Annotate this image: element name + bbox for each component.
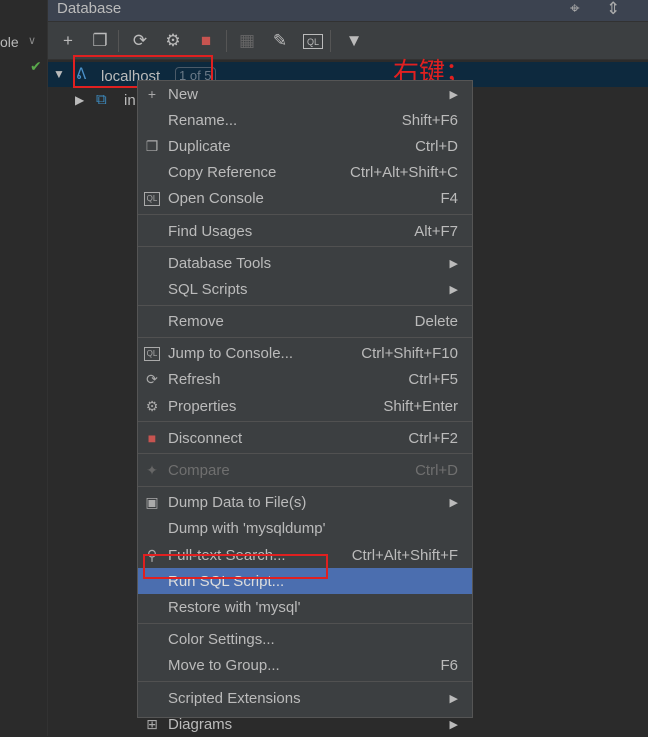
- console-selector[interactable]: ole: [0, 34, 19, 50]
- menu-item-label: Diagrams: [168, 715, 233, 733]
- menu-item-label: Database Tools: [168, 254, 272, 272]
- menu-item-label: Duplicate: [168, 137, 231, 155]
- submenu-arrow-icon: ▶: [449, 497, 458, 510]
- menu-item-diagrams[interactable]: ⊞ Diagrams ▶: [138, 711, 472, 737]
- child-label: in: [124, 92, 136, 109]
- submenu-arrow-icon: ▶: [449, 257, 458, 270]
- save-icon: ▣: [145, 494, 159, 511]
- submenu-arrow-icon: ▶: [449, 283, 458, 296]
- diagram-icon: ⊞: [146, 715, 158, 732]
- shortcut-label: Delete: [414, 313, 458, 331]
- compare-icon: ✦: [146, 462, 158, 479]
- menu-item-label: Copy Reference: [168, 164, 277, 182]
- menu-item-label: Jump to Console...: [168, 345, 294, 363]
- menu-item-database-tools[interactable]: Database Tools ▶: [138, 250, 472, 276]
- shortcut-label: Ctrl+Alt+Shift+F: [351, 546, 458, 564]
- console-icon: QL: [144, 191, 160, 206]
- menu-item-new[interactable]: + New ▶: [138, 81, 472, 107]
- shortcut-label: Ctrl+F2: [408, 429, 458, 447]
- collapse-icon[interactable]: ⇕: [606, 0, 620, 19]
- shortcut-label: Ctrl+Shift+F10: [361, 345, 458, 363]
- menu-item-label: Refresh: [168, 371, 221, 389]
- menu-item-label: Rename...: [168, 111, 238, 129]
- shortcut-label: Shift+Enter: [383, 397, 458, 415]
- menu-item-label: Color Settings...: [168, 631, 275, 649]
- menu-item-label: New: [168, 85, 199, 103]
- stop-icon[interactable]: ■: [196, 31, 216, 51]
- menu-item-duplicate[interactable]: ❐ Duplicate Ctrl+D: [138, 133, 472, 159]
- shortcut-label: Ctrl+D: [415, 137, 458, 155]
- collapse-triangle-icon[interactable]: ▶: [75, 93, 84, 107]
- expand-triangle-icon[interactable]: ▼: [53, 67, 65, 81]
- menu-item-label: Scripted Extensions: [168, 689, 301, 707]
- refresh-icon[interactable]: ⟳: [130, 31, 150, 51]
- properties-icon: ⚙: [145, 397, 159, 414]
- add-icon[interactable]: +: [58, 31, 78, 51]
- edit-icon[interactable]: ✎: [270, 31, 290, 51]
- menu-item-label: SQL Scripts: [168, 280, 248, 298]
- submenu-arrow-icon: ▶: [449, 692, 458, 705]
- toolbar-divider: [330, 30, 331, 52]
- console-icon: QL: [144, 346, 160, 361]
- left-panel: ole ∨ ✔: [0, 0, 48, 736]
- menu-item-label: Compare: [168, 462, 230, 480]
- menu-item-find-usages[interactable]: Find Usages Alt+F7: [138, 218, 472, 244]
- menu-item-refresh[interactable]: ⟳ Refresh Ctrl+F5: [138, 367, 472, 393]
- menu-item-dump-data-to-file-s[interactable]: ▣ Dump Data to File(s) ▶: [138, 490, 472, 516]
- console-icon[interactable]: QL: [303, 34, 323, 49]
- context-menu: + New ▶ Rename... Shift+F6 ❐ Duplicate Ctrl+D Co…: [137, 80, 473, 733]
- menu-item-remove[interactable]: Remove Delete: [138, 309, 472, 335]
- menu-item-copy-reference[interactable]: Copy Reference Ctrl+Alt+Shift+C: [138, 160, 472, 186]
- shortcut-label: Shift+F6: [401, 111, 458, 129]
- shortcut-label: Ctrl+Alt+Shift+C: [350, 164, 458, 182]
- chevron-down-icon[interactable]: ∨: [28, 34, 36, 47]
- menu-item-color-settings[interactable]: Color Settings...: [138, 627, 472, 653]
- menu-item-jump-to-console[interactable]: QL Jump to Console... Ctrl+Shift+F10: [138, 341, 472, 367]
- panel-title: Database: [57, 0, 122, 17]
- submenu-arrow-icon: ▶: [449, 718, 458, 731]
- menu-item-scripted-extensions[interactable]: Scripted Extensions ▶: [138, 685, 472, 711]
- menu-item-label: Dump with 'mysqldump': [168, 520, 326, 538]
- stop-icon: ■: [147, 430, 157, 447]
- submenu-arrow-icon: ▶: [449, 88, 458, 101]
- refresh-icon: ⟳: [146, 371, 158, 388]
- table-icon[interactable]: ▦: [237, 31, 257, 51]
- shortcut-label: Ctrl+F5: [408, 371, 458, 389]
- plus-icon: +: [147, 86, 157, 103]
- menu-item-open-console[interactable]: QL Open Console F4: [138, 186, 472, 212]
- shortcut-label: Ctrl+D: [415, 462, 458, 480]
- properties-icon[interactable]: ⚙: [163, 31, 183, 51]
- duplicate-icon: ❐: [145, 137, 159, 154]
- menu-item-label: Open Console: [168, 190, 264, 208]
- menu-item-properties[interactable]: ⚙ Properties Shift+Enter: [138, 393, 472, 419]
- duplicate-icon[interactable]: ❐: [90, 31, 110, 51]
- menu-item-restore-with-mysql[interactable]: Restore with 'mysql': [138, 594, 472, 620]
- menu-item-label: Dump Data to File(s): [168, 494, 307, 512]
- menu-item-label: Disconnect: [168, 429, 243, 447]
- menu-item-label: Restore with 'mysql': [168, 598, 301, 616]
- panel-header: Database ⌖ ⇕: [48, 0, 648, 22]
- menu-item-label: Properties: [168, 397, 237, 415]
- shortcut-label: F6: [440, 657, 458, 675]
- menu-item-label: Move to Group...: [168, 657, 280, 675]
- schema-icon: ⧉: [96, 91, 107, 108]
- toolbar-divider: [226, 30, 227, 52]
- menu-item-disconnect[interactable]: ■ Disconnect Ctrl+F2: [138, 425, 472, 451]
- menu-item-label: Find Usages: [168, 222, 253, 240]
- menu-item-dump-with-mysqldump[interactable]: Dump with 'mysqldump': [138, 516, 472, 542]
- menu-item-compare: ✦ Compare Ctrl+D: [138, 457, 472, 483]
- shortcut-label: F4: [440, 190, 458, 208]
- menu-item-sql-scripts[interactable]: SQL Scripts ▶: [138, 276, 472, 302]
- menu-item-rename[interactable]: Rename... Shift+F6: [138, 107, 472, 133]
- filter-icon[interactable]: ▼: [344, 31, 364, 51]
- menu-item-move-to-group[interactable]: Move to Group... F6: [138, 653, 472, 679]
- check-icon: ✔: [30, 58, 42, 74]
- toolbar-divider: [118, 30, 119, 52]
- highlight-box-run-sql: [143, 554, 328, 579]
- target-icon[interactable]: ⌖: [570, 0, 580, 19]
- menu-item-label: Remove: [168, 313, 224, 331]
- shortcut-label: Alt+F7: [414, 222, 458, 240]
